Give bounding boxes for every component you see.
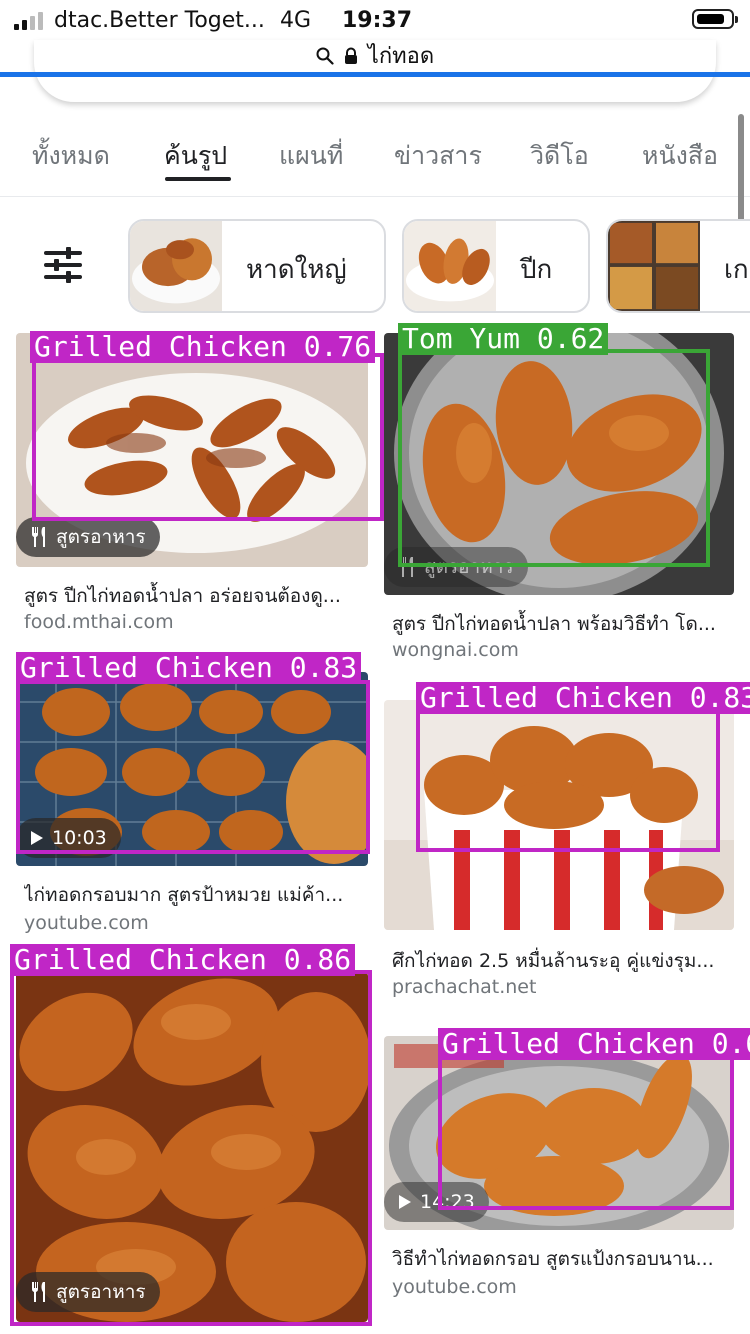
search-icon bbox=[316, 47, 334, 65]
result-source[interactable]: wongnai.com bbox=[392, 639, 519, 661]
signal-icon bbox=[14, 12, 48, 30]
chip-label: เกา bbox=[724, 255, 750, 285]
result-source[interactable]: youtube.com bbox=[24, 912, 149, 934]
detection-label: Grilled Chicken 0.83 bbox=[16, 652, 362, 684]
recipe-badge: สูตรอาหาร bbox=[16, 517, 160, 557]
chip-thumbnail bbox=[404, 221, 496, 311]
chip-third[interactable]: เกา bbox=[606, 219, 750, 313]
result-title[interactable]: ไก่ทอดกรอบมาก สูตรป้าหมวย แม่ค้า... bbox=[24, 880, 360, 910]
lock-icon bbox=[344, 47, 357, 64]
detection-label: Grilled Chicken 0.76 bbox=[30, 331, 376, 363]
result-source[interactable]: youtube.com bbox=[392, 1276, 517, 1298]
tune-icon[interactable] bbox=[42, 245, 84, 285]
page-load-bar bbox=[0, 72, 750, 77]
chip-label: ปีก bbox=[520, 255, 553, 285]
result-title[interactable]: สูตร ปีกไก่ทอดน้ำปลา พร้อมวิธีทำ โด... bbox=[392, 609, 728, 639]
clock: 19:37 bbox=[342, 8, 413, 33]
detection-box bbox=[32, 353, 384, 521]
result-title[interactable]: วิธีทำไก่ทอดกรอบ สูตรแป้งกรอบนาน... bbox=[392, 1244, 728, 1274]
tab-maps[interactable]: แผนที่ bbox=[279, 136, 343, 176]
url-bar[interactable]: ไก่ทอด bbox=[0, 38, 750, 72]
battery-icon bbox=[692, 9, 738, 29]
play-icon bbox=[399, 1195, 411, 1209]
search-tabs: ทั้งหมด ค้นรูป แผนที่ ข่าวสาร วิดีโอ หนั… bbox=[0, 120, 750, 197]
tab-videos[interactable]: วิดีโอ bbox=[530, 136, 589, 176]
tab-news[interactable]: ข่าวสาร bbox=[394, 136, 482, 176]
tab-books[interactable]: หนังสือ bbox=[642, 136, 718, 176]
carrier-name: dtac.Better Toget... bbox=[54, 8, 265, 33]
badge-text: สูตรอาหาร bbox=[56, 526, 146, 548]
chip-label: หาดใหญ่ bbox=[246, 255, 347, 285]
detection-box bbox=[10, 970, 372, 1326]
fork-knife-icon bbox=[31, 527, 45, 547]
tab-all[interactable]: ทั้งหมด bbox=[32, 136, 110, 176]
detection-box bbox=[16, 680, 370, 854]
chip-thumbnail bbox=[608, 221, 700, 311]
detection-box bbox=[438, 1054, 734, 1210]
tab-images[interactable]: ค้นรูป bbox=[164, 136, 227, 176]
chip-wing[interactable]: ปีก bbox=[402, 219, 590, 313]
result-title[interactable]: สูตร ปีกไก่ทอดน้ำปลา อร่อยจนต้องดู... bbox=[24, 581, 360, 611]
detection-label: Grilled Chicken 0.83 bbox=[416, 682, 750, 714]
network-type: 4G bbox=[280, 8, 312, 33]
url-text: ไก่ทอด bbox=[367, 44, 435, 69]
chip-hatyai[interactable]: หาดใหญ่ bbox=[128, 219, 386, 313]
chip-thumbnail bbox=[130, 221, 222, 311]
detection-box bbox=[416, 710, 720, 852]
result-source[interactable]: food.mthai.com bbox=[24, 611, 174, 633]
detection-label: Grilled Chicken 0.86 bbox=[10, 944, 356, 976]
result-title[interactable]: ศึกไก่ทอด 2.5 หมื่นล้านระอุ คู่แข่งรุม..… bbox=[392, 946, 728, 976]
detection-box bbox=[398, 349, 710, 567]
active-tab-indicator bbox=[165, 177, 231, 181]
result-source[interactable]: prachachat.net bbox=[392, 976, 536, 998]
detection-label: Tom Yum 0.62 bbox=[398, 323, 609, 355]
detection-label: Grilled Chicken 0.67 bbox=[438, 1028, 750, 1060]
